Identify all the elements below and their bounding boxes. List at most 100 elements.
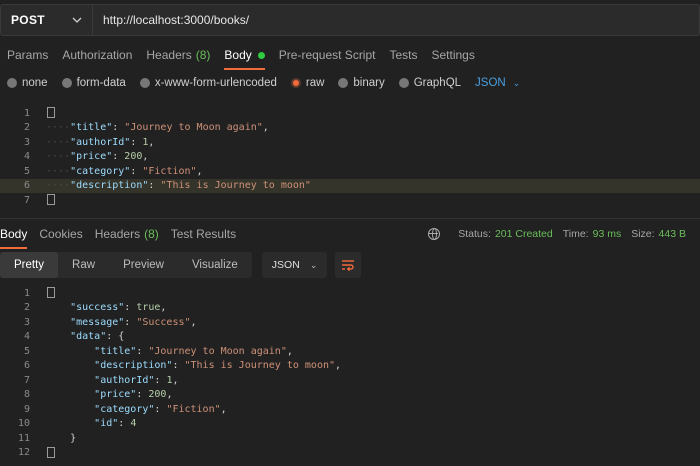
json-value: "This is Journey to moon" xyxy=(160,180,311,192)
tab-label: Settings xyxy=(431,48,475,62)
radio-icon xyxy=(338,78,349,88)
tab-pre-request-script[interactable]: Pre-request Script xyxy=(279,42,376,68)
tab-label: Tests xyxy=(389,48,418,62)
json-value: true xyxy=(136,302,161,314)
line-number: 1 xyxy=(23,107,30,119)
line-number: 2 xyxy=(23,122,30,134)
json-value: "This is Journey to moon" xyxy=(184,360,336,372)
bracket-match-icon xyxy=(47,446,55,458)
response-body-viewer[interactable]: 1 2 "success": true, 3 "message": "Succe… xyxy=(0,286,700,460)
code-line: 10 "id": 4 xyxy=(0,417,700,432)
radio-selected-icon xyxy=(290,78,301,88)
size-label: Size: xyxy=(631,228,655,240)
code-line: 5 "title": "Journey to Moon again", xyxy=(0,344,700,359)
bracket-match-icon xyxy=(47,287,55,299)
code-line: 5 ····"category": "Fiction", xyxy=(0,164,700,179)
line-number: 2 xyxy=(23,302,30,314)
line-number: 1 xyxy=(23,287,30,299)
view-pretty-button[interactable]: Pretty xyxy=(0,252,59,278)
line-number: 4 xyxy=(23,151,30,163)
tab-body[interactable]: Body xyxy=(224,42,266,70)
tab-response-body[interactable]: Body xyxy=(0,221,28,249)
code-line: 2 "success": true, xyxy=(0,301,700,316)
line-number: 11 xyxy=(17,432,30,444)
json-key: "authorId" xyxy=(94,374,155,386)
view-visualize-button[interactable]: Visualize xyxy=(178,252,252,278)
view-preview-button[interactable]: Preview xyxy=(109,252,178,278)
tab-label: Headers xyxy=(94,227,141,241)
request-body-editor[interactable]: 1 2 ····"title": "Journey to Moon again",… xyxy=(0,106,700,208)
view-raw-button[interactable]: Raw xyxy=(58,252,109,278)
line-number: 6 xyxy=(23,360,30,372)
tab-settings[interactable]: Settings xyxy=(432,42,475,68)
response-size[interactable]: Size: 443 B xyxy=(631,228,686,240)
tab-cookies[interactable]: Cookies xyxy=(39,221,82,247)
tab-headers[interactable]: Headers (8) xyxy=(146,42,210,68)
tab-label: Pre-request Script xyxy=(278,48,376,62)
radio-raw[interactable]: raw xyxy=(290,77,325,89)
format-label: JSON xyxy=(271,259,300,271)
url-input[interactable]: http://localhost:3000/books/ xyxy=(92,4,700,36)
line-number: 5 xyxy=(23,165,30,177)
language-label: JSON xyxy=(475,77,506,89)
tab-params[interactable]: Params xyxy=(7,42,48,68)
json-key: "authorId" xyxy=(70,136,131,148)
request-tabs: Params Authorization Headers (8) Body Pre… xyxy=(0,42,700,70)
json-key: "price" xyxy=(70,151,113,163)
code-line: 3 "message": "Success", xyxy=(0,315,700,330)
json-value: 200 xyxy=(148,389,167,401)
code-line: 3 ····"authorId": 1, xyxy=(0,135,700,150)
chevron-down-icon xyxy=(72,17,82,23)
json-key: "category" xyxy=(70,165,131,177)
code-line: 7 xyxy=(0,193,700,208)
radio-icon xyxy=(7,78,17,88)
response-time[interactable]: Time: 93 ms xyxy=(563,228,621,240)
tab-label: Params xyxy=(7,48,49,62)
wrap-lines-icon xyxy=(342,260,355,271)
size-value: 443 B xyxy=(658,228,686,240)
json-value: "Journey to Moon again" xyxy=(148,345,287,357)
radio-graphql[interactable]: GraphQL xyxy=(398,77,461,89)
tab-response-headers[interactable]: Headers (8) xyxy=(95,221,159,247)
time-value: 93 ms xyxy=(592,228,622,240)
line-number: 6 xyxy=(23,180,30,192)
code-line: 9 "category": "Fiction", xyxy=(0,402,700,417)
radio-label: raw xyxy=(305,77,325,89)
response-format-select[interactable]: JSON ⌄ xyxy=(261,252,328,278)
modified-dot-icon xyxy=(257,51,265,59)
tab-test-results[interactable]: Test Results xyxy=(171,221,236,247)
code-line: 12 xyxy=(0,446,700,461)
code-line: 7 "authorId": 1, xyxy=(0,373,700,388)
tab-authorization[interactable]: Authorization xyxy=(62,42,132,68)
wrap-lines-button[interactable] xyxy=(335,252,362,278)
radio-label: x-www-form-urlencoded xyxy=(154,77,277,89)
code-line: 8 "price": 200, xyxy=(0,388,700,403)
radio-label: form-data xyxy=(76,77,126,89)
radio-icon xyxy=(398,78,409,88)
code-line-highlighted: 6 ····"description": "This is Journey to … xyxy=(0,178,700,193)
line-number: 3 xyxy=(23,316,30,328)
method-select[interactable]: POST xyxy=(0,4,92,36)
request-bar: POST http://localhost:3000/books/ xyxy=(0,4,700,36)
tab-label: Body xyxy=(0,227,28,241)
radio-x-www-form-urlencoded[interactable]: x-www-form-urlencoded xyxy=(139,77,277,89)
globe-icon[interactable] xyxy=(428,228,441,240)
tab-tests[interactable]: Tests xyxy=(389,42,417,68)
tab-label: Body xyxy=(224,48,252,62)
json-value: 4 xyxy=(130,418,137,430)
radio-binary[interactable]: binary xyxy=(338,77,385,89)
code-line: 1 xyxy=(0,106,700,121)
status-code[interactable]: Status: 201 Created xyxy=(458,228,552,240)
body-language-select[interactable]: JSON ⌄ xyxy=(475,77,520,89)
radio-form-data[interactable]: form-data xyxy=(61,77,126,89)
headers-count: (8) xyxy=(195,48,211,62)
pane-divider[interactable] xyxy=(0,218,700,219)
tab-label: Headers xyxy=(146,48,192,62)
line-number: 12 xyxy=(17,447,30,459)
status-value: 201 Created xyxy=(494,228,553,240)
radio-none[interactable]: none xyxy=(7,77,48,89)
bracket-match-icon xyxy=(47,194,55,206)
tab-label: Authorization xyxy=(62,48,133,62)
json-key: "title" xyxy=(94,345,137,357)
radio-icon xyxy=(139,78,150,88)
